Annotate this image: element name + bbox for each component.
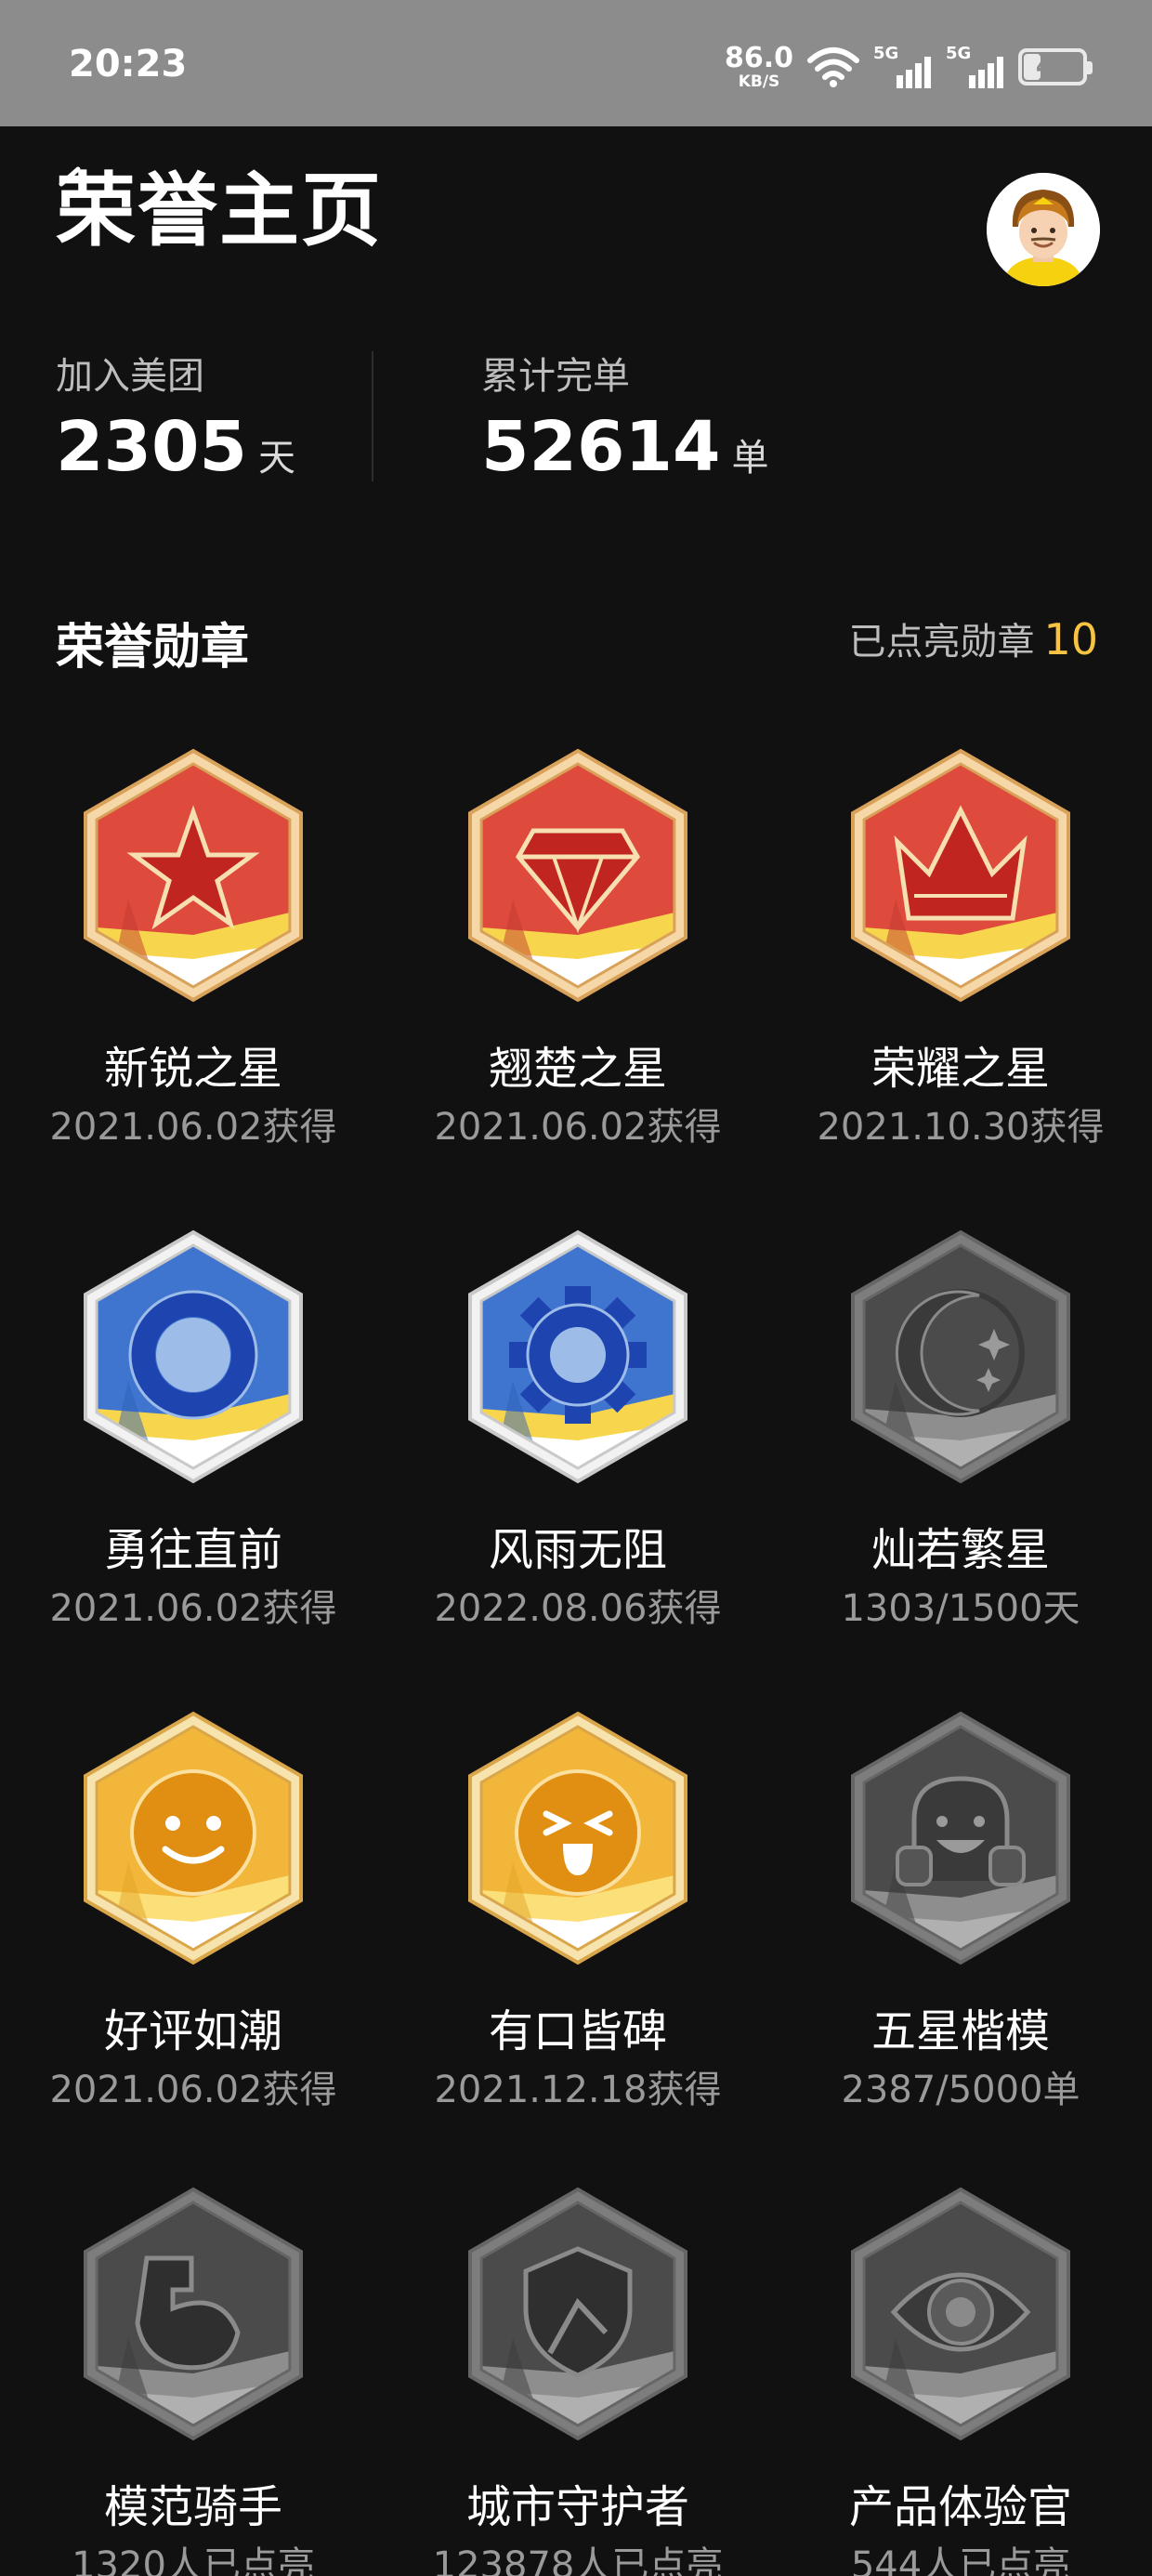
medal-name: 城市守护者: [465, 2481, 689, 2533]
joined-days-stat: 加入美团 2305 天: [56, 346, 295, 481]
medal-status: 2021.06.02获得: [49, 1586, 337, 1630]
network-speed-unit: KB/S: [738, 72, 780, 91]
orders-value: 52614: [481, 407, 721, 487]
crown-medal-icon: [851, 748, 1070, 1003]
moon-medal-icon: [851, 1229, 1070, 1484]
orders-stat: 累计完单 52614 单: [481, 346, 768, 481]
medal-status: 2021.06.02获得: [434, 1105, 722, 1149]
flex-arm-medal-icon: [84, 2187, 303, 2441]
battery-icon: 44: [1018, 48, 1093, 85]
joined-days-label: 加入美团: [56, 355, 204, 398]
medal-item[interactable]: 好评如潮 2021.06.02获得: [17, 1702, 370, 2110]
lit-medals-number: 10: [1043, 614, 1098, 664]
gear-medal-icon: [468, 1229, 687, 1484]
medal-item[interactable]: 荣耀之星 2021.10.30获得: [784, 740, 1137, 1148]
medal-name: 灿若繁星: [871, 1524, 1050, 1576]
medal-item[interactable]: 翘楚之星 2021.06.02获得: [401, 740, 754, 1148]
medal-name: 产品体验官: [848, 2481, 1072, 2533]
network-speed-value: 86.0: [724, 41, 793, 74]
smile-medal-icon: [84, 1711, 303, 1965]
rider-avatar-icon[interactable]: [987, 173, 1100, 286]
medal-status: 2022.08.06获得: [434, 1586, 722, 1630]
medals-section-title: 荣誉勋章: [56, 620, 250, 676]
laugh-medal-icon: [468, 1711, 687, 1965]
joined-days-value: 2305: [56, 407, 247, 487]
signal-sim2-icon: 5G: [946, 44, 1005, 90]
star-medal-icon: [84, 748, 303, 1003]
ring-medal-icon: [84, 1229, 303, 1484]
medal-status: 2021.10.30获得: [817, 1105, 1105, 1149]
medal-item[interactable]: 新锐之星 2021.06.02获得: [17, 740, 370, 1148]
medal-name: 翘楚之星: [488, 1043, 667, 1095]
medal-item[interactable]: 灿若繁星 1303/1500天: [784, 1221, 1137, 1629]
page-title: 荣誉主页: [56, 164, 383, 257]
orders-label: 累计完单: [481, 355, 630, 398]
medal-item[interactable]: 勇往直前 2021.06.02获得: [17, 1221, 370, 1629]
medal-item[interactable]: 模范骑手 1320人已点亮: [17, 2178, 370, 2576]
medal-item[interactable]: 五星楷模 2387/5000单: [784, 1702, 1137, 2110]
medal-name: 勇往直前: [103, 1524, 282, 1576]
medal-item[interactable]: 产品体验官 544人已点亮: [784, 2178, 1137, 2576]
medal-status: 2021.12.18获得: [434, 2068, 722, 2111]
lit-medals-label: 已点亮勋章: [848, 621, 1035, 664]
signal-sim1-icon: 5G: [873, 44, 933, 90]
thumbs-medal-icon: [851, 1711, 1070, 1965]
network-speed: 86.0 KB/S: [724, 41, 793, 91]
joined-days-unit: 天: [257, 437, 295, 480]
medal-status: 2387/5000单: [841, 2068, 1080, 2111]
lit-medals-count[interactable]: 已点亮勋章 10: [848, 611, 1098, 665]
medal-status: 123878人已点亮: [432, 2543, 724, 2576]
medal-name: 模范骑手: [103, 2481, 282, 2533]
medal-name: 风雨无阻: [488, 1524, 667, 1576]
medal-name: 荣耀之星: [871, 1043, 1050, 1095]
medal-status: 544人已点亮: [850, 2543, 1071, 2576]
medal-name: 好评如潮: [103, 2005, 282, 2057]
medal-status: 1303/1500天: [841, 1586, 1080, 1630]
status-time: 20:23: [69, 43, 188, 85]
medal-name: 新锐之星: [103, 1043, 282, 1095]
medal-status: 1320人已点亮: [72, 2543, 315, 2576]
medal-item[interactable]: 城市守护者 123878人已点亮: [401, 2178, 754, 2576]
medal-item[interactable]: 风雨无阻 2022.08.06获得: [401, 1221, 754, 1629]
gem-medal-icon: [468, 748, 687, 1003]
status-icons: 86.0 KB/S 5G 5G 44: [724, 41, 1093, 93]
stats-divider: [372, 351, 373, 481]
wifi-icon: [807, 47, 859, 87]
status-bar: 20:23 86.0 KB/S 5G 5G 44: [0, 0, 1152, 126]
orders-unit: 单: [731, 437, 769, 480]
medal-name: 有口皆碑: [488, 2005, 667, 2057]
medal-name: 五星楷模: [871, 2005, 1050, 2057]
battery-level: 44: [1035, 53, 1070, 81]
eye-medal-icon: [851, 2187, 1070, 2441]
medal-status: 2021.06.02获得: [49, 2068, 337, 2111]
shield-medal-icon: [468, 2187, 687, 2441]
medal-item[interactable]: 有口皆碑 2021.12.18获得: [401, 1702, 754, 2110]
medal-status: 2021.06.02获得: [49, 1105, 337, 1149]
